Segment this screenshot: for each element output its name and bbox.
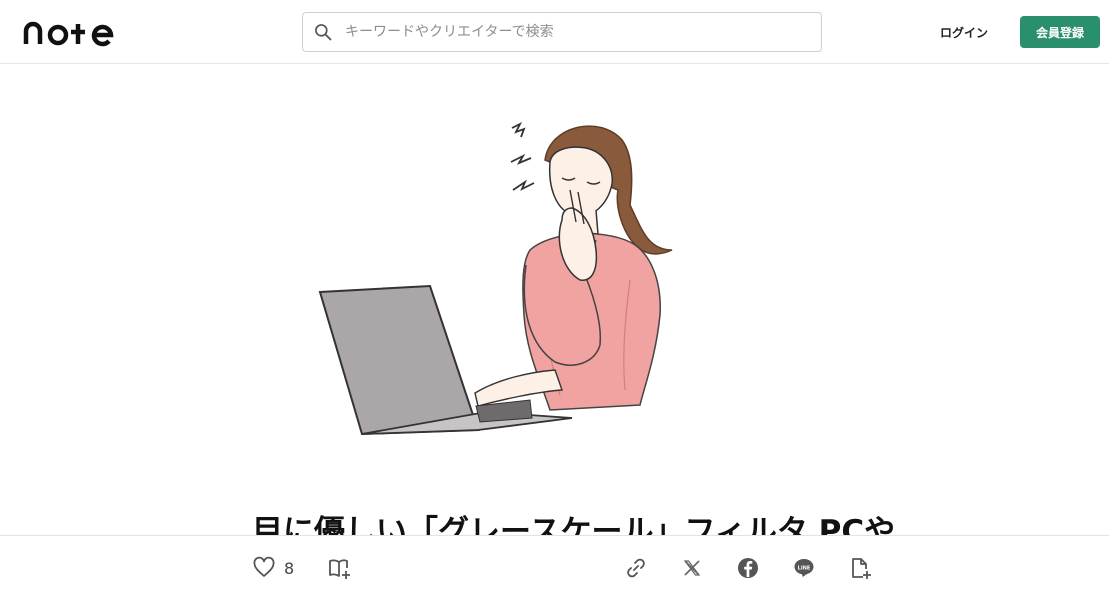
action-bar: 8 LINE	[0, 535, 1109, 600]
article-title: 目に優しい「グレースケール」フィルタ PCや	[252, 514, 896, 536]
hero-illustration	[318, 121, 673, 436]
link-icon	[627, 558, 645, 578]
share-facebook-button[interactable]	[736, 556, 760, 580]
note-add-icon	[852, 558, 871, 579]
article-title-area: 目に優しい「グレースケール」フィルタ PCや	[0, 508, 1109, 536]
search-box[interactable]	[302, 12, 822, 52]
svg-text:LINE: LINE	[798, 565, 811, 571]
like-count: 8	[284, 559, 295, 578]
facebook-icon	[738, 558, 758, 578]
magazine-add-button[interactable]	[328, 556, 352, 580]
like-button[interactable]	[252, 556, 276, 580]
search-input[interactable]	[343, 13, 821, 51]
signup-button[interactable]: 会員登録	[1020, 16, 1100, 48]
share-line-button[interactable]: LINE	[792, 556, 816, 580]
magazine-add-icon	[329, 559, 350, 579]
search-icon	[315, 24, 332, 41]
share-x-button[interactable]	[680, 556, 704, 580]
copy-link-button[interactable]	[624, 556, 648, 580]
line-icon: LINE	[794, 559, 814, 577]
header: ログイン 会員登録	[0, 0, 1109, 64]
heart-icon	[253, 556, 275, 577]
login-button[interactable]: ログイン	[926, 16, 1002, 48]
x-icon	[683, 560, 701, 576]
note-embed-button[interactable]	[848, 556, 872, 580]
note-logo[interactable]	[23, 16, 123, 48]
